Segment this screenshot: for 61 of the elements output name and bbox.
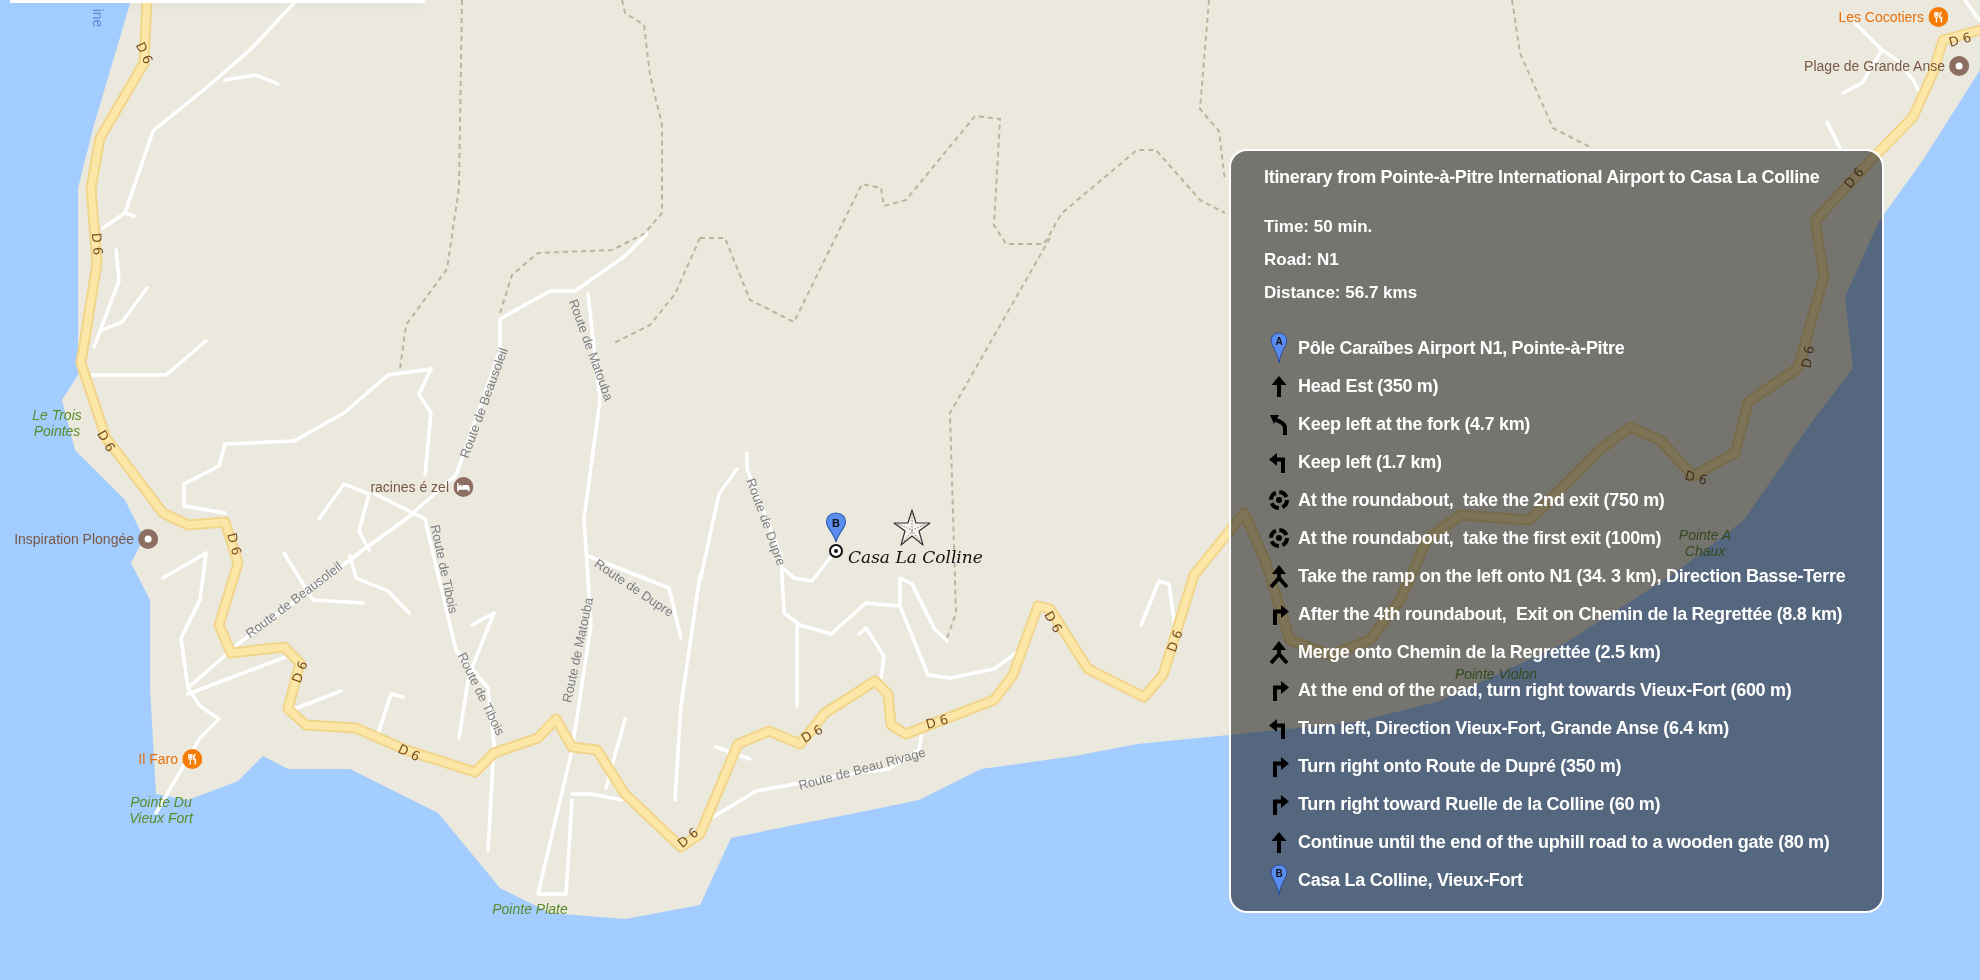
bed-icon [453,477,473,497]
road-number-label: D 6 [131,38,157,68]
step-text: At the roundabout, take the first exit (100m) [1298,526,1662,550]
step-text: Turn right toward Ruelle de la Colline (60 m) [1298,792,1661,816]
merge-icon [1267,640,1291,664]
step-text: Head Est (350 m) [1298,374,1439,398]
poi-label: Il Faro [138,752,178,766]
fork-knife-icon [182,749,202,769]
street-label: Route de Tibois [453,649,509,739]
place-label: Le Trois Pointes [31,407,83,439]
pin-icon: A [1270,332,1288,364]
place-label: Pointe Du Vieux Fort [128,794,195,826]
road-number-label: D 6 [1797,344,1819,370]
road-number-label: D 6 [93,426,120,456]
roundabout-icon [1267,526,1291,550]
place-marker-icon [1949,56,1969,76]
poi-label: racines é zel [370,480,449,494]
step-text: At the end of the road, turn right towards Vieux-Fort (600 m) [1298,679,1792,702]
street-label: Route de Tibois [426,522,462,616]
poi-label: Inspiration Plongée [14,532,134,546]
road-number-label: D 6 [1162,627,1187,655]
place-label: Pointe Plate [492,901,568,917]
road-number-label: D 6 [287,658,312,686]
step-text: Continue until the end of the uphill road to a wooden gate (80 m) [1298,830,1830,854]
step-text: Turn left, Direction Vieux-Fort, Grande Anse (6.4 km) [1298,716,1729,740]
step-text: Take the ramp on the left onto N1 (34. 3 km), Direction Basse-Terre [1298,564,1846,588]
step-text: Casa La Colline, Vieux-Fort [1298,868,1523,892]
summary-line: Time: 50 min. [1264,216,1373,238]
road-number-label: D 6 [1682,466,1710,490]
step-text: Merge onto Chemin de la Regrettée (2.5 km) [1298,640,1661,664]
summary-line: Distance: 56.7 kms [1264,282,1418,304]
starfish-icon [892,508,932,548]
street-label: Route de Matouba [558,595,598,705]
itinerary-title: Itinerary from Pointe-à-Pitre International Airport to Casa La Colline [1264,166,1820,188]
road-number-label: D 6 [923,710,951,734]
road-number-label: D 6 [87,232,107,256]
place-label: Pointe A Chaux [1677,527,1733,559]
road-number-label: D 6 [1839,163,1868,193]
street-label: Route de Dupre [742,475,790,569]
step-text: Keep left (1.7 km) [1298,450,1442,474]
road-number-label: D 6 [223,530,246,558]
roundabout-icon [1267,488,1291,512]
road-number-label: D 6 [673,823,703,853]
road-number-label: D 6 [1040,607,1067,637]
merge-icon [1267,564,1291,588]
place-marker-icon [138,529,158,549]
summary-line: Road: N1 [1264,249,1339,271]
water-label: ine [88,8,107,28]
fork-knife-icon [1928,7,1948,27]
step-text: Turn right onto Route de Dupré (350 m) [1298,754,1622,778]
step-text: At the roundabout, take the 2nd exit (750 m) [1298,488,1665,512]
pin-icon: B [1270,864,1288,896]
destination-label: Casa La Colline [848,546,983,569]
road-number-label: D 6 [1946,28,1974,52]
place-label: Pointe Violon [1454,666,1538,682]
poi-label: Plage de Grande Anse [1804,59,1945,73]
road-number-label: D 6 [394,740,424,767]
step-text: Keep left at the fork (4.7 km) [1298,412,1531,436]
step-text: Pôle Caraïbes Airport N1, Pointe-à-Pitre [1298,336,1625,360]
step-text: After the 4th roundabout, Exit on Chemin de la Regrettée (8.8 km) [1298,602,1843,626]
poi-label: Les Cocotiers [1838,10,1924,24]
